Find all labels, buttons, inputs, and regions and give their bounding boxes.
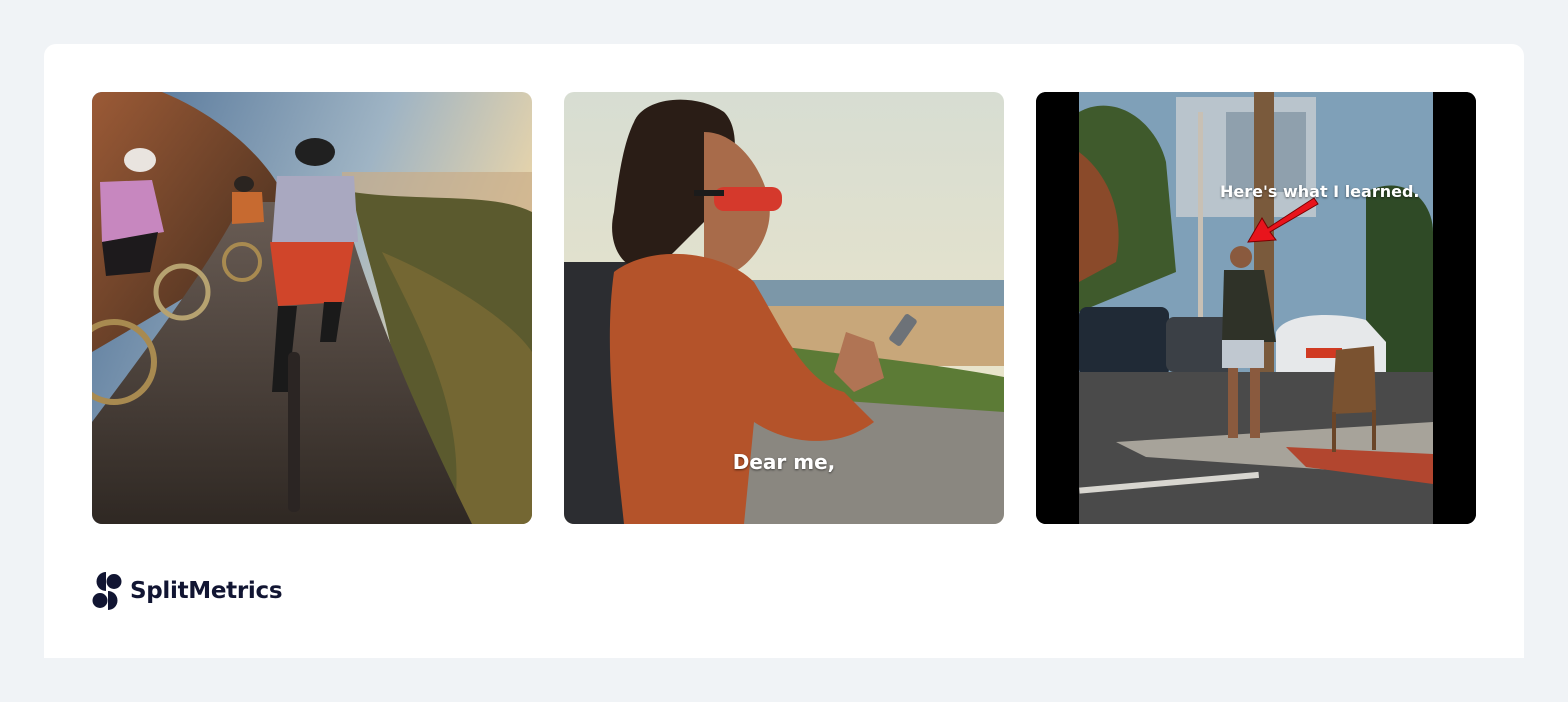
video-caption: Dear me, <box>732 450 836 474</box>
video-thumbnail-cyclists[interactable] <box>92 92 532 524</box>
video-caption: Here's what I learned. <box>1220 182 1420 201</box>
street-corner-image <box>1036 92 1476 524</box>
splitmetrics-logo[interactable]: SplitMetrics <box>92 572 283 610</box>
video-thumbnail-woman-phone[interactable]: Dear me, <box>564 92 1004 524</box>
splitmetrics-logo-icon <box>92 572 122 610</box>
content-card: Dear me, Here's what I learned. SplitMet… <box>44 44 1524 658</box>
brand-name: SplitMetrics <box>130 578 283 604</box>
video-thumbnail-street-corner[interactable]: Here's what I learned. <box>1036 92 1476 524</box>
cyclists-image <box>92 92 532 524</box>
